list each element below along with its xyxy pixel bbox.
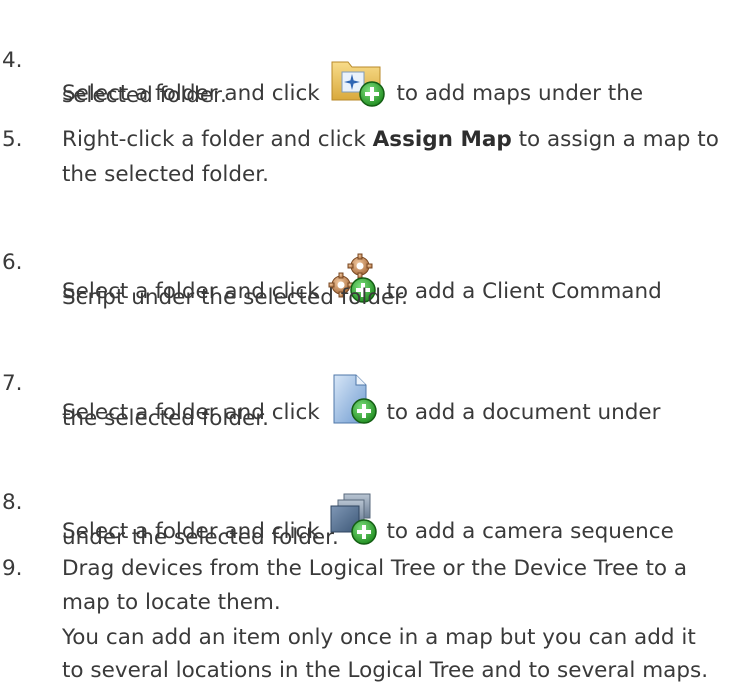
step-text: to add a Client Command (386, 279, 662, 304)
step-text: to add maps under the (396, 81, 644, 106)
add-document-icon (328, 373, 378, 427)
step-line: Drag devices from the Logical Tree or th… (62, 556, 688, 581)
step-note-line: You can add an item only once in a map b… (62, 625, 696, 650)
step-text: to add a camera sequence (386, 519, 674, 544)
step-text: to add a document under (386, 400, 661, 425)
step-line: selected folder. (62, 83, 227, 108)
document-page: 4. Select a folder and click to add maps… (0, 0, 753, 683)
step-text: Right-click a folder and click (62, 127, 366, 152)
step-line: the selected folder. (62, 162, 269, 187)
step-number: 9. (2, 556, 23, 581)
step-number: 5. (2, 127, 23, 152)
step-line: under the selected folder. (62, 525, 339, 550)
step-text: to assign a map to (518, 127, 719, 152)
assign-map-command: Assign Map (372, 127, 512, 152)
step-line: the selected folder. (62, 406, 269, 431)
step-number: 7. (2, 371, 23, 396)
step-number: 4. (2, 48, 23, 73)
step-number: 8. (2, 490, 23, 515)
step-number: 6. (2, 250, 23, 275)
step-line: Script under the selected folder. (62, 285, 408, 310)
step-line: map to locate them. (62, 590, 281, 615)
step-line: Right-click a folder and click Assign Ma… (62, 127, 719, 152)
add-map-folder-icon (328, 52, 388, 110)
step-note-line: to several locations in the Logical Tree… (62, 658, 709, 683)
